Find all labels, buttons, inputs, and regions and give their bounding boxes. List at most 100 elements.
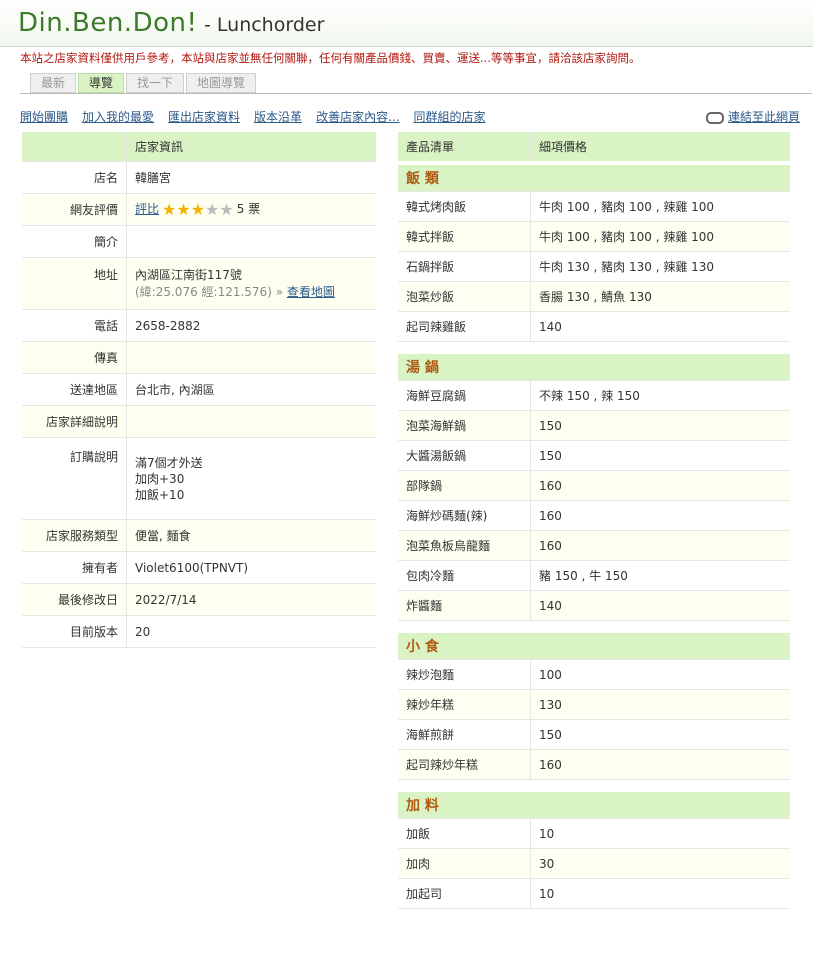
- price-detail-header: 細項價格: [530, 132, 790, 164]
- link-here-label[interactable]: 連結至此網頁: [728, 110, 800, 124]
- product-price: 牛肉 130 , 豬肉 130 , 辣雞 130: [530, 251, 790, 282]
- order-note-line: 加肉+30: [135, 472, 185, 486]
- store-details: [126, 405, 376, 438]
- product-price: 牛肉 100 , 豬肉 100 , 辣雞 100: [530, 221, 790, 252]
- category-header: 湯 鍋: [398, 354, 790, 381]
- product-price: 130: [530, 689, 790, 720]
- link-here[interactable]: 連結至此網頁: [705, 108, 800, 125]
- product-price: 30: [530, 848, 790, 879]
- info-key-delivery: 送達地區: [22, 373, 127, 406]
- product-name: 石鍋拌飯: [398, 251, 531, 282]
- product-price: 150: [530, 440, 790, 471]
- product-row: 炸醬麵 140: [398, 590, 790, 621]
- info-key-rating: 網友評價: [22, 193, 127, 226]
- store-intro: [126, 225, 376, 258]
- product-price: 10: [530, 878, 790, 909]
- tab-latest[interactable]: 最新: [30, 73, 77, 93]
- product-price: 10: [530, 818, 790, 849]
- store-phone: 2658-2882: [126, 309, 376, 342]
- start-group-order-link[interactable]: 開始團購: [20, 110, 68, 124]
- info-key-name: 店名: [22, 161, 127, 194]
- site-header: Din.Ben.Don! - Lunchorder: [0, 0, 813, 47]
- export-store-link[interactable]: 匯出店家資料: [168, 110, 240, 124]
- product-row: 泡菜海鮮鍋 150: [398, 410, 790, 441]
- product-name: 泡菜炒飯: [398, 281, 531, 312]
- product-name: 起司辣炒年糕: [398, 749, 531, 780]
- product-price: 100: [530, 659, 790, 690]
- info-key-phone: 電話: [22, 309, 127, 342]
- product-price: 160: [530, 500, 790, 531]
- add-favorite-link[interactable]: 加入我的最愛: [82, 110, 154, 124]
- info-key-version: 目前版本: [22, 615, 127, 648]
- rate-link[interactable]: 評比: [135, 202, 159, 216]
- nav-tabs: 最新 導覽 找一下 地圖導覽: [30, 73, 258, 93]
- product-name: 加飯: [398, 818, 531, 849]
- product-table: 產品清單 細項價格 飯 類韓式烤肉飯 牛肉 100 , 豬肉 100 , 辣雞 10…: [398, 132, 790, 909]
- category-header: 飯 類: [398, 163, 790, 192]
- tab-browse[interactable]: 導覽: [78, 73, 125, 93]
- tab-map[interactable]: 地圖導覽: [186, 73, 257, 93]
- product-name: 大醬湯飯鍋: [398, 440, 531, 471]
- version-history-link[interactable]: 版本沿革: [254, 110, 302, 124]
- product-price: 160: [530, 749, 790, 780]
- product-row: 泡菜炒飯 香腸 130 , 鯖魚 130: [398, 281, 790, 312]
- product-price: 160: [530, 530, 790, 561]
- store-rating: 評比 ★★★★★ 5 票: [126, 193, 376, 226]
- product-row: 辣炒年糕 130: [398, 689, 790, 720]
- product-price: 150: [530, 410, 790, 441]
- category-header: 加 料: [398, 792, 790, 819]
- product-name: 起司辣雞飯: [398, 311, 531, 342]
- improve-store-link[interactable]: 改善店家內容...: [316, 110, 399, 124]
- product-name: 加起司: [398, 878, 531, 909]
- view-map-link[interactable]: 查看地圖: [287, 285, 335, 299]
- product-row: 起司辣炒年糕 160: [398, 749, 790, 780]
- info-key-service: 店家服務類型: [22, 519, 127, 552]
- product-price: 150: [530, 719, 790, 750]
- product-row: 包肉冷麵豬 150 , 牛 150: [398, 560, 790, 591]
- product-name: 炸醬麵: [398, 590, 531, 621]
- last-modified: 2022/7/14: [126, 583, 376, 616]
- product-row: 辣炒泡麵 100: [398, 659, 790, 690]
- product-row: 泡菜魚板烏龍麵 160: [398, 530, 790, 561]
- order-note-line: 加飯+10: [135, 488, 185, 502]
- site-subtitle: - Lunchorder: [204, 14, 325, 36]
- delivery-area: 台北市, 內湖區: [126, 373, 376, 406]
- product-name: 加肉: [398, 848, 531, 879]
- order-notes: 滿7個才外送 加肉+30 加飯+10: [126, 437, 376, 520]
- rating-stars: ★★★★★: [162, 200, 234, 219]
- chain-link-icon: [705, 111, 724, 124]
- order-note-line: 滿7個才外送: [135, 456, 203, 470]
- info-key-owner: 擁有者: [22, 551, 127, 584]
- product-row: 加起司 10: [398, 878, 790, 909]
- site-logo[interactable]: Din.Ben.Don!: [18, 8, 197, 38]
- store-fax: [126, 341, 376, 374]
- current-version: 20: [126, 615, 376, 648]
- product-price: 140: [530, 590, 790, 621]
- store-info-table: 店家資訊 店名 韓膳宮 網友評價 評比 ★★★★★ 5 票 簡介 地址 內湖區江南街117…: [22, 132, 376, 648]
- product-price: 豬 150 , 牛 150: [530, 560, 790, 591]
- product-price: 不辣 150 , 辣 150: [530, 380, 790, 411]
- product-price: 140: [530, 311, 790, 342]
- product-row: 韓式烤肉飯 牛肉 100 , 豬肉 100 , 辣雞 100: [398, 191, 790, 222]
- star-empty-icon: ★: [205, 200, 220, 219]
- product-row: 加飯 10: [398, 818, 790, 849]
- product-price: 香腸 130 , 鯖魚 130: [530, 281, 790, 312]
- product-price: 160: [530, 470, 790, 501]
- star-icon: ★: [176, 200, 191, 219]
- product-row: 韓式拌飯 牛肉 100 , 豬肉 100 , 辣雞 100: [398, 221, 790, 252]
- info-key-details: 店家詳細說明: [22, 405, 127, 438]
- same-group-link[interactable]: 同群組的店家: [414, 110, 486, 124]
- store-owner: Violet6100(TPNVT): [126, 551, 376, 584]
- info-key-fax: 傳真: [22, 341, 127, 374]
- tab-divider: [20, 93, 812, 94]
- store-address: 內湖區江南街117號 (緯:25.076 經:121.576) » 查看地圖: [126, 257, 376, 310]
- info-key-order: 訂購說明: [22, 437, 127, 520]
- product-name: 泡菜魚板烏龍麵: [398, 530, 531, 561]
- product-price: 牛肉 100 , 豬肉 100 , 辣雞 100: [530, 191, 790, 222]
- product-list-header: 產品清單: [398, 132, 531, 164]
- product-name: 包肉冷麵: [398, 560, 531, 591]
- tab-search[interactable]: 找一下: [126, 73, 185, 93]
- product-row: 加肉 30: [398, 848, 790, 879]
- product-row: 部隊鍋 160: [398, 470, 790, 501]
- product-name: 海鮮炒碼麵(辣): [398, 500, 531, 531]
